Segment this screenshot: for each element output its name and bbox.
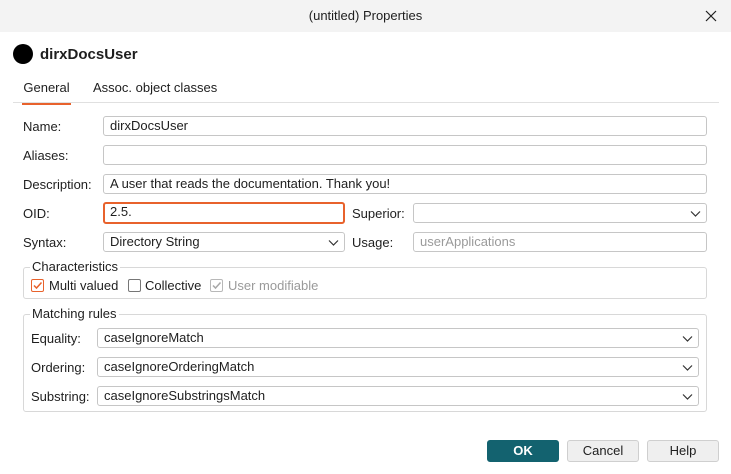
characteristics-title: Characteristics: [30, 259, 120, 274]
characteristics-group: Characteristics Multi valued Collective …: [23, 259, 707, 299]
checkmark-icon: [33, 281, 43, 290]
superior-select[interactable]: [413, 203, 707, 223]
multi-valued-checkbox[interactable]: [31, 279, 44, 292]
tab-general[interactable]: General: [22, 80, 71, 105]
tab-assoc-object-classes[interactable]: Assoc. object classes: [93, 80, 217, 103]
cancel-button[interactable]: Cancel: [567, 440, 639, 462]
oid-input[interactable]: 2.5.: [103, 202, 345, 224]
ordering-label: Ordering:: [31, 360, 86, 375]
name-label: Name:: [23, 119, 62, 134]
user-modifiable-label: User modifiable: [228, 278, 319, 293]
aliases-input[interactable]: [103, 145, 707, 165]
attribute-icon: [13, 44, 33, 64]
usage-label: Usage:: [352, 235, 394, 250]
help-button[interactable]: Help: [647, 440, 719, 462]
close-icon: [705, 10, 717, 22]
description-label: Description:: [23, 177, 92, 192]
chevron-down-icon: [690, 211, 701, 217]
close-button[interactable]: [701, 6, 721, 26]
chevron-down-icon: [682, 365, 693, 371]
ordering-value: caseIgnoreOrderingMatch: [104, 359, 255, 374]
tab-bar: General Assoc. object classes: [13, 72, 719, 105]
equality-value: caseIgnoreMatch: [104, 330, 204, 345]
oid-label: OID:: [23, 206, 50, 221]
multi-valued-label: Multi valued: [49, 278, 119, 293]
equality-select[interactable]: caseIgnoreMatch: [97, 328, 699, 348]
matching-rules-group: Matching rules Equality: caseIgnoreMatch…: [23, 306, 707, 412]
user-modifiable-checkbox: [210, 279, 223, 292]
substring-select[interactable]: caseIgnoreSubstringsMatch: [97, 386, 699, 406]
chevron-down-icon: [328, 240, 339, 246]
ordering-select[interactable]: caseIgnoreOrderingMatch: [97, 357, 699, 377]
substring-label: Substring:: [31, 389, 90, 404]
chevron-down-icon: [682, 336, 693, 342]
syntax-select[interactable]: Directory String: [103, 232, 345, 252]
usage-field: userApplications: [413, 232, 707, 252]
superior-label: Superior:: [352, 206, 405, 221]
header-name: dirxDocsUser: [40, 46, 138, 63]
ok-button[interactable]: OK: [487, 440, 559, 462]
substring-value: caseIgnoreSubstringsMatch: [104, 388, 266, 403]
checkmark-icon: [212, 281, 222, 290]
aliases-label: Aliases:: [23, 148, 69, 163]
syntax-label: Syntax:: [23, 235, 67, 250]
dialog-content: dirxDocsUser General Assoc. object class…: [0, 32, 731, 474]
matching-rules-title: Matching rules: [30, 306, 119, 321]
description-input[interactable]: A user that reads the documentation. Tha…: [103, 174, 707, 194]
window-title: (untitled) Properties: [308, 8, 423, 23]
equality-label: Equality:: [31, 331, 81, 346]
syntax-value: Directory String: [110, 234, 200, 249]
collective-checkbox[interactable]: [128, 279, 141, 292]
collective-label: Collective: [145, 278, 202, 293]
title-bar: (untitled) Properties: [0, 0, 731, 32]
chevron-down-icon: [682, 394, 693, 400]
name-input[interactable]: dirxDocsUser: [103, 116, 707, 136]
